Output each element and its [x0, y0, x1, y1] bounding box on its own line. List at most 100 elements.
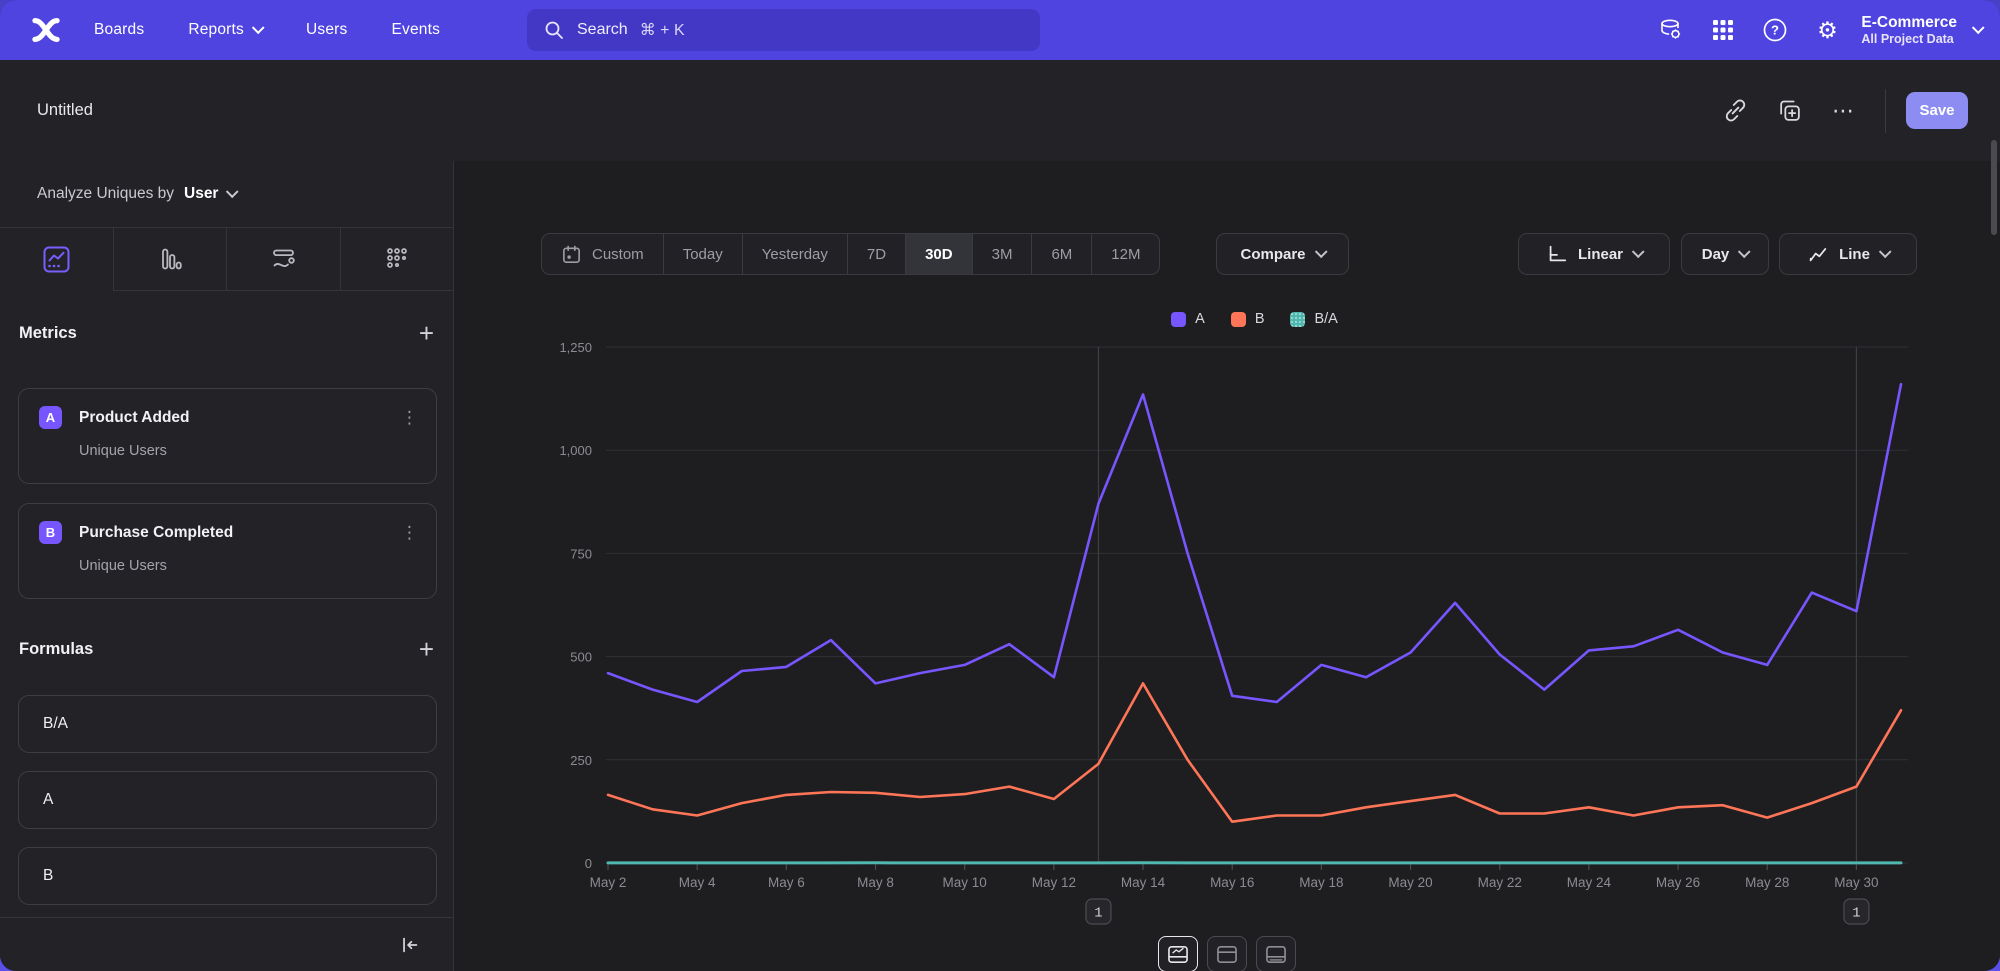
analyze-value-dropdown[interactable]: User [184, 185, 236, 203]
svg-text:May 12: May 12 [1032, 875, 1076, 890]
layout-table-button[interactable] [1256, 936, 1296, 971]
report-header: Untitled ⋯ Save [0, 60, 2000, 162]
svg-text:May 16: May 16 [1210, 875, 1254, 890]
chart-legend: A B B/A [608, 311, 1901, 327]
svg-text:May 20: May 20 [1388, 875, 1432, 890]
chevron-down-icon [226, 185, 239, 198]
svg-text:May 26: May 26 [1656, 875, 1700, 890]
range-today[interactable]: Today [663, 234, 742, 274]
scale-dropdown[interactable]: Linear [1518, 233, 1670, 275]
tab-flows[interactable] [226, 228, 340, 291]
formulas-heading: Formulas [19, 640, 93, 659]
svg-text:May 24: May 24 [1567, 875, 1612, 890]
search-shortcut: ⌘ + K [640, 20, 685, 40]
formula-card[interactable]: B [18, 847, 437, 905]
nav-right: ? ⚙ E-Commerce All Project Data [1645, 0, 1982, 60]
range-3m[interactable]: 3M [972, 234, 1032, 274]
sidebar: Analyze Uniques by User [0, 161, 454, 971]
svg-text:750: 750 [570, 546, 592, 561]
search-icon [544, 20, 564, 40]
layout-chart-table-button[interactable] [1158, 936, 1198, 971]
range-custom[interactable]: Custom [542, 234, 663, 274]
svg-text:May 2: May 2 [590, 875, 627, 890]
svg-text:May 14: May 14 [1121, 875, 1166, 890]
nav-item-label: Users [306, 21, 347, 39]
nav-item-label: Reports [188, 21, 244, 39]
layout-split-button[interactable] [1207, 936, 1247, 971]
metric-card[interactable]: B Purchase Completed ⋮ Unique Users [18, 503, 437, 599]
svg-text:1: 1 [1852, 907, 1860, 922]
metric-name: Product Added [79, 409, 401, 427]
settings-gear-icon[interactable]: ⚙ [1801, 10, 1853, 50]
nav-menu: Boards Reports Users Events [94, 21, 440, 39]
kebab-menu-icon[interactable]: ⋮ [401, 411, 418, 425]
svg-text:1: 1 [1094, 907, 1102, 922]
chevron-down-icon [252, 21, 265, 34]
chart-toolbar: Custom Today Yesterday 7D 30D 3M 6M 12M … [454, 233, 2000, 273]
svg-text:May 30: May 30 [1834, 875, 1878, 890]
scrollbar-thumb[interactable] [1991, 140, 1997, 235]
formula-card[interactable]: B/A [18, 695, 437, 753]
add-metric-button[interactable]: + [419, 323, 434, 343]
metric-card[interactable]: A Product Added ⋮ Unique Users [18, 388, 437, 484]
flows-icon [270, 246, 297, 273]
range-6m[interactable]: 6M [1031, 234, 1091, 274]
tab-funnels[interactable] [113, 228, 227, 291]
search-input[interactable]: Search ⌘ + K [527, 9, 1040, 51]
chevron-down-icon [1632, 245, 1645, 258]
compare-button[interactable]: Compare [1216, 233, 1349, 275]
mixpanel-logo-icon[interactable] [26, 10, 66, 50]
report-actions: ⋯ Save [1713, 60, 1968, 161]
project-selector[interactable]: E-Commerce All Project Data [1861, 13, 1982, 47]
line-chart[interactable]: 02505007501,0001,25011May 2May 4May 6May… [608, 347, 1908, 967]
legend-swatch [1171, 312, 1186, 327]
chevron-down-icon [1314, 245, 1327, 258]
svg-text:500: 500 [570, 650, 592, 665]
funnel-bars-icon [157, 246, 183, 272]
copy-link-icon[interactable] [1713, 91, 1757, 131]
range-7d[interactable]: 7D [847, 234, 905, 274]
legend-item-a[interactable]: A [1171, 311, 1205, 327]
app-window: Boards Reports Users Events Search ⌘ + K [0, 0, 2000, 971]
chevron-down-icon [1972, 21, 1985, 34]
interval-dropdown[interactable]: Day [1681, 233, 1769, 275]
svg-text:May 18: May 18 [1299, 875, 1343, 890]
svg-text:May 4: May 4 [679, 875, 716, 890]
nav-item-users[interactable]: Users [306, 21, 347, 39]
kebab-menu-icon[interactable]: ⋮ [401, 526, 418, 540]
range-30d[interactable]: 30D [905, 234, 972, 274]
range-yesterday[interactable]: Yesterday [742, 234, 847, 274]
add-formula-button[interactable]: + [419, 639, 434, 659]
nav-item-label: Events [391, 21, 440, 39]
legend-item-b[interactable]: B [1231, 311, 1265, 327]
nav-item-boards[interactable]: Boards [94, 21, 144, 39]
nav-item-events[interactable]: Events [391, 21, 440, 39]
metric-name: Purchase Completed [79, 524, 401, 542]
collapse-sidebar-icon[interactable] [399, 934, 421, 956]
svg-text:250: 250 [570, 753, 592, 768]
tab-insights[interactable] [0, 228, 113, 291]
linear-axis-icon [1546, 243, 1568, 265]
chart-type-dropdown[interactable]: Line [1779, 233, 1917, 275]
metric-subtitle: Unique Users [79, 443, 436, 459]
data-management-icon[interactable] [1645, 10, 1697, 50]
svg-text:May 6: May 6 [768, 875, 805, 890]
tab-retention[interactable] [340, 228, 454, 291]
more-options-icon[interactable]: ⋯ [1821, 91, 1865, 131]
help-icon[interactable]: ? [1749, 10, 1801, 50]
apps-grid-icon[interactable] [1697, 10, 1749, 50]
svg-text:May 10: May 10 [943, 875, 987, 890]
svg-text:May 8: May 8 [857, 875, 894, 890]
chevron-down-icon [1738, 245, 1751, 258]
save-button[interactable]: Save [1906, 92, 1968, 129]
svg-text:May 28: May 28 [1745, 875, 1789, 890]
legend-swatch [1231, 312, 1246, 327]
nav-item-reports[interactable]: Reports [188, 21, 262, 39]
duplicate-icon[interactable] [1767, 91, 1811, 131]
range-12m[interactable]: 12M [1091, 234, 1159, 274]
formula-card[interactable]: A [18, 771, 437, 829]
formula-label: B [43, 867, 53, 885]
report-title[interactable]: Untitled [37, 60, 93, 161]
divider [1885, 89, 1886, 133]
legend-item-ba[interactable]: B/A [1290, 311, 1337, 327]
